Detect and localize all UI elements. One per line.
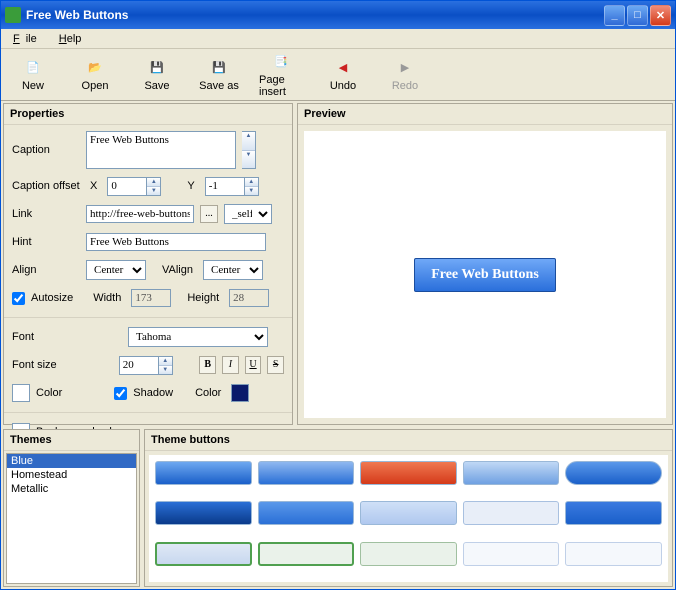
theme-swatch[interactable]	[155, 461, 252, 485]
theme-swatch[interactable]	[258, 501, 355, 525]
link-target-select[interactable]: _self	[224, 204, 272, 224]
titlebar: Free Web Buttons _ □ ✕	[1, 1, 675, 29]
theme-swatch[interactable]	[565, 501, 662, 525]
theme-swatch[interactable]	[565, 542, 662, 566]
undo-icon: ◀	[333, 58, 353, 78]
offset-x-input[interactable]	[107, 177, 147, 196]
caption-input[interactable]: Free Web Buttons	[86, 131, 236, 169]
underline-button[interactable]: U	[245, 356, 262, 374]
theme-buttons-panel: Theme buttons	[144, 429, 673, 587]
caption-label: Caption	[12, 144, 80, 156]
app-icon	[5, 7, 21, 23]
theme-swatch[interactable]	[360, 542, 457, 566]
hint-input[interactable]	[86, 233, 266, 251]
theme-item[interactable]: Homestead	[7, 468, 136, 482]
toolbar-open[interactable]: 📂Open	[73, 58, 117, 92]
theme-swatch[interactable]	[463, 501, 560, 525]
properties-panel: Properties Caption Free Web Buttons ▲▼ C…	[3, 103, 293, 425]
align-select[interactable]: Center	[86, 260, 146, 280]
y-down[interactable]: ▼	[245, 187, 258, 195]
link-browse-button[interactable]: ...	[200, 205, 218, 223]
properties-title: Properties	[4, 104, 292, 125]
x-label: X	[90, 180, 97, 192]
theme-buttons-grid	[149, 455, 668, 582]
height-input	[229, 289, 269, 307]
shadow-label: Shadow	[133, 387, 173, 399]
redo-icon: ▶	[395, 58, 415, 78]
font-color-label: Color	[36, 387, 62, 399]
hint-label: Hint	[12, 236, 80, 248]
preview-title: Preview	[298, 104, 672, 125]
fontsize-down[interactable]: ▼	[159, 366, 172, 374]
theme-swatch[interactable]	[258, 542, 355, 566]
x-down[interactable]: ▼	[147, 187, 160, 195]
window-title: Free Web Buttons	[26, 8, 602, 22]
fontsize-input[interactable]	[119, 356, 159, 375]
fontsize-up[interactable]: ▲	[159, 357, 172, 366]
theme-swatch[interactable]	[258, 461, 355, 485]
y-label: Y	[187, 180, 194, 192]
shadow-color-swatch[interactable]	[231, 384, 249, 402]
menu-help[interactable]: Help	[53, 32, 88, 46]
theme-swatch[interactable]	[463, 461, 560, 485]
bold-button[interactable]: B	[199, 356, 216, 374]
theme-swatch[interactable]	[463, 542, 560, 566]
menu-file[interactable]: File	[7, 32, 49, 46]
italic-button[interactable]: I	[222, 356, 239, 374]
page-insert-icon: 📑	[271, 52, 291, 72]
saveas-icon: 💾	[209, 58, 229, 78]
align-label: Align	[12, 264, 80, 276]
font-select[interactable]: Tahoma	[128, 327, 268, 347]
preview-button[interactable]: Free Web Buttons	[414, 258, 556, 292]
width-label: Width	[93, 292, 121, 304]
toolbar: 📄New 📂Open 💾Save 💾Save as 📑Page insert ◀…	[1, 49, 675, 101]
theme-swatch[interactable]	[155, 501, 252, 525]
save-icon: 💾	[147, 58, 167, 78]
shadow-color-label: Color	[195, 387, 221, 399]
theme-swatch[interactable]	[360, 461, 457, 485]
valign-select[interactable]: Center	[203, 260, 263, 280]
minimize-button[interactable]: _	[604, 5, 625, 26]
theme-buttons-title: Theme buttons	[145, 430, 672, 451]
font-label: Font	[12, 331, 122, 343]
toolbar-save[interactable]: 💾Save	[135, 58, 179, 92]
width-input	[131, 289, 171, 307]
toolbar-undo[interactable]: ◀Undo	[321, 58, 365, 92]
x-up[interactable]: ▲	[147, 178, 160, 187]
toolbar-new[interactable]: 📄New	[11, 58, 55, 92]
link-label: Link	[12, 208, 80, 220]
font-color-swatch[interactable]	[12, 384, 30, 402]
theme-item[interactable]: Metallic	[7, 482, 136, 496]
caption-scroll-down[interactable]: ▼	[242, 151, 255, 169]
strike-button[interactable]: S	[267, 356, 284, 374]
theme-swatch[interactable]	[360, 501, 457, 525]
theme-item[interactable]: Blue	[7, 454, 136, 468]
new-icon: 📄	[23, 58, 43, 78]
themes-panel: Themes BlueHomesteadMetallic	[3, 429, 140, 587]
offset-label: Caption offset	[12, 180, 80, 192]
preview-area: Free Web Buttons	[304, 131, 666, 418]
preview-panel: Preview Free Web Buttons	[297, 103, 673, 425]
autosize-label: Autosize	[31, 292, 73, 304]
shadow-checkbox[interactable]	[114, 387, 127, 400]
autosize-checkbox[interactable]	[12, 292, 25, 305]
caption-scroll-up[interactable]: ▲	[242, 132, 255, 151]
valign-label: VAlign	[162, 264, 193, 276]
themes-list[interactable]: BlueHomesteadMetallic	[6, 453, 137, 584]
theme-swatch[interactable]	[155, 542, 252, 566]
close-button[interactable]: ✕	[650, 5, 671, 26]
themes-title: Themes	[4, 430, 139, 451]
theme-swatch[interactable]	[565, 461, 662, 485]
offset-y-input[interactable]	[205, 177, 245, 196]
link-input[interactable]	[86, 205, 194, 223]
menubar: File Help	[1, 29, 675, 49]
maximize-button[interactable]: □	[627, 5, 648, 26]
height-label: Height	[187, 292, 219, 304]
toolbar-saveas[interactable]: 💾Save as	[197, 58, 241, 92]
y-up[interactable]: ▲	[245, 178, 258, 187]
open-icon: 📂	[85, 58, 105, 78]
toolbar-redo: ▶Redo	[383, 58, 427, 92]
fontsize-label: Font size	[12, 359, 113, 371]
toolbar-pageinsert[interactable]: 📑Page insert	[259, 52, 303, 98]
